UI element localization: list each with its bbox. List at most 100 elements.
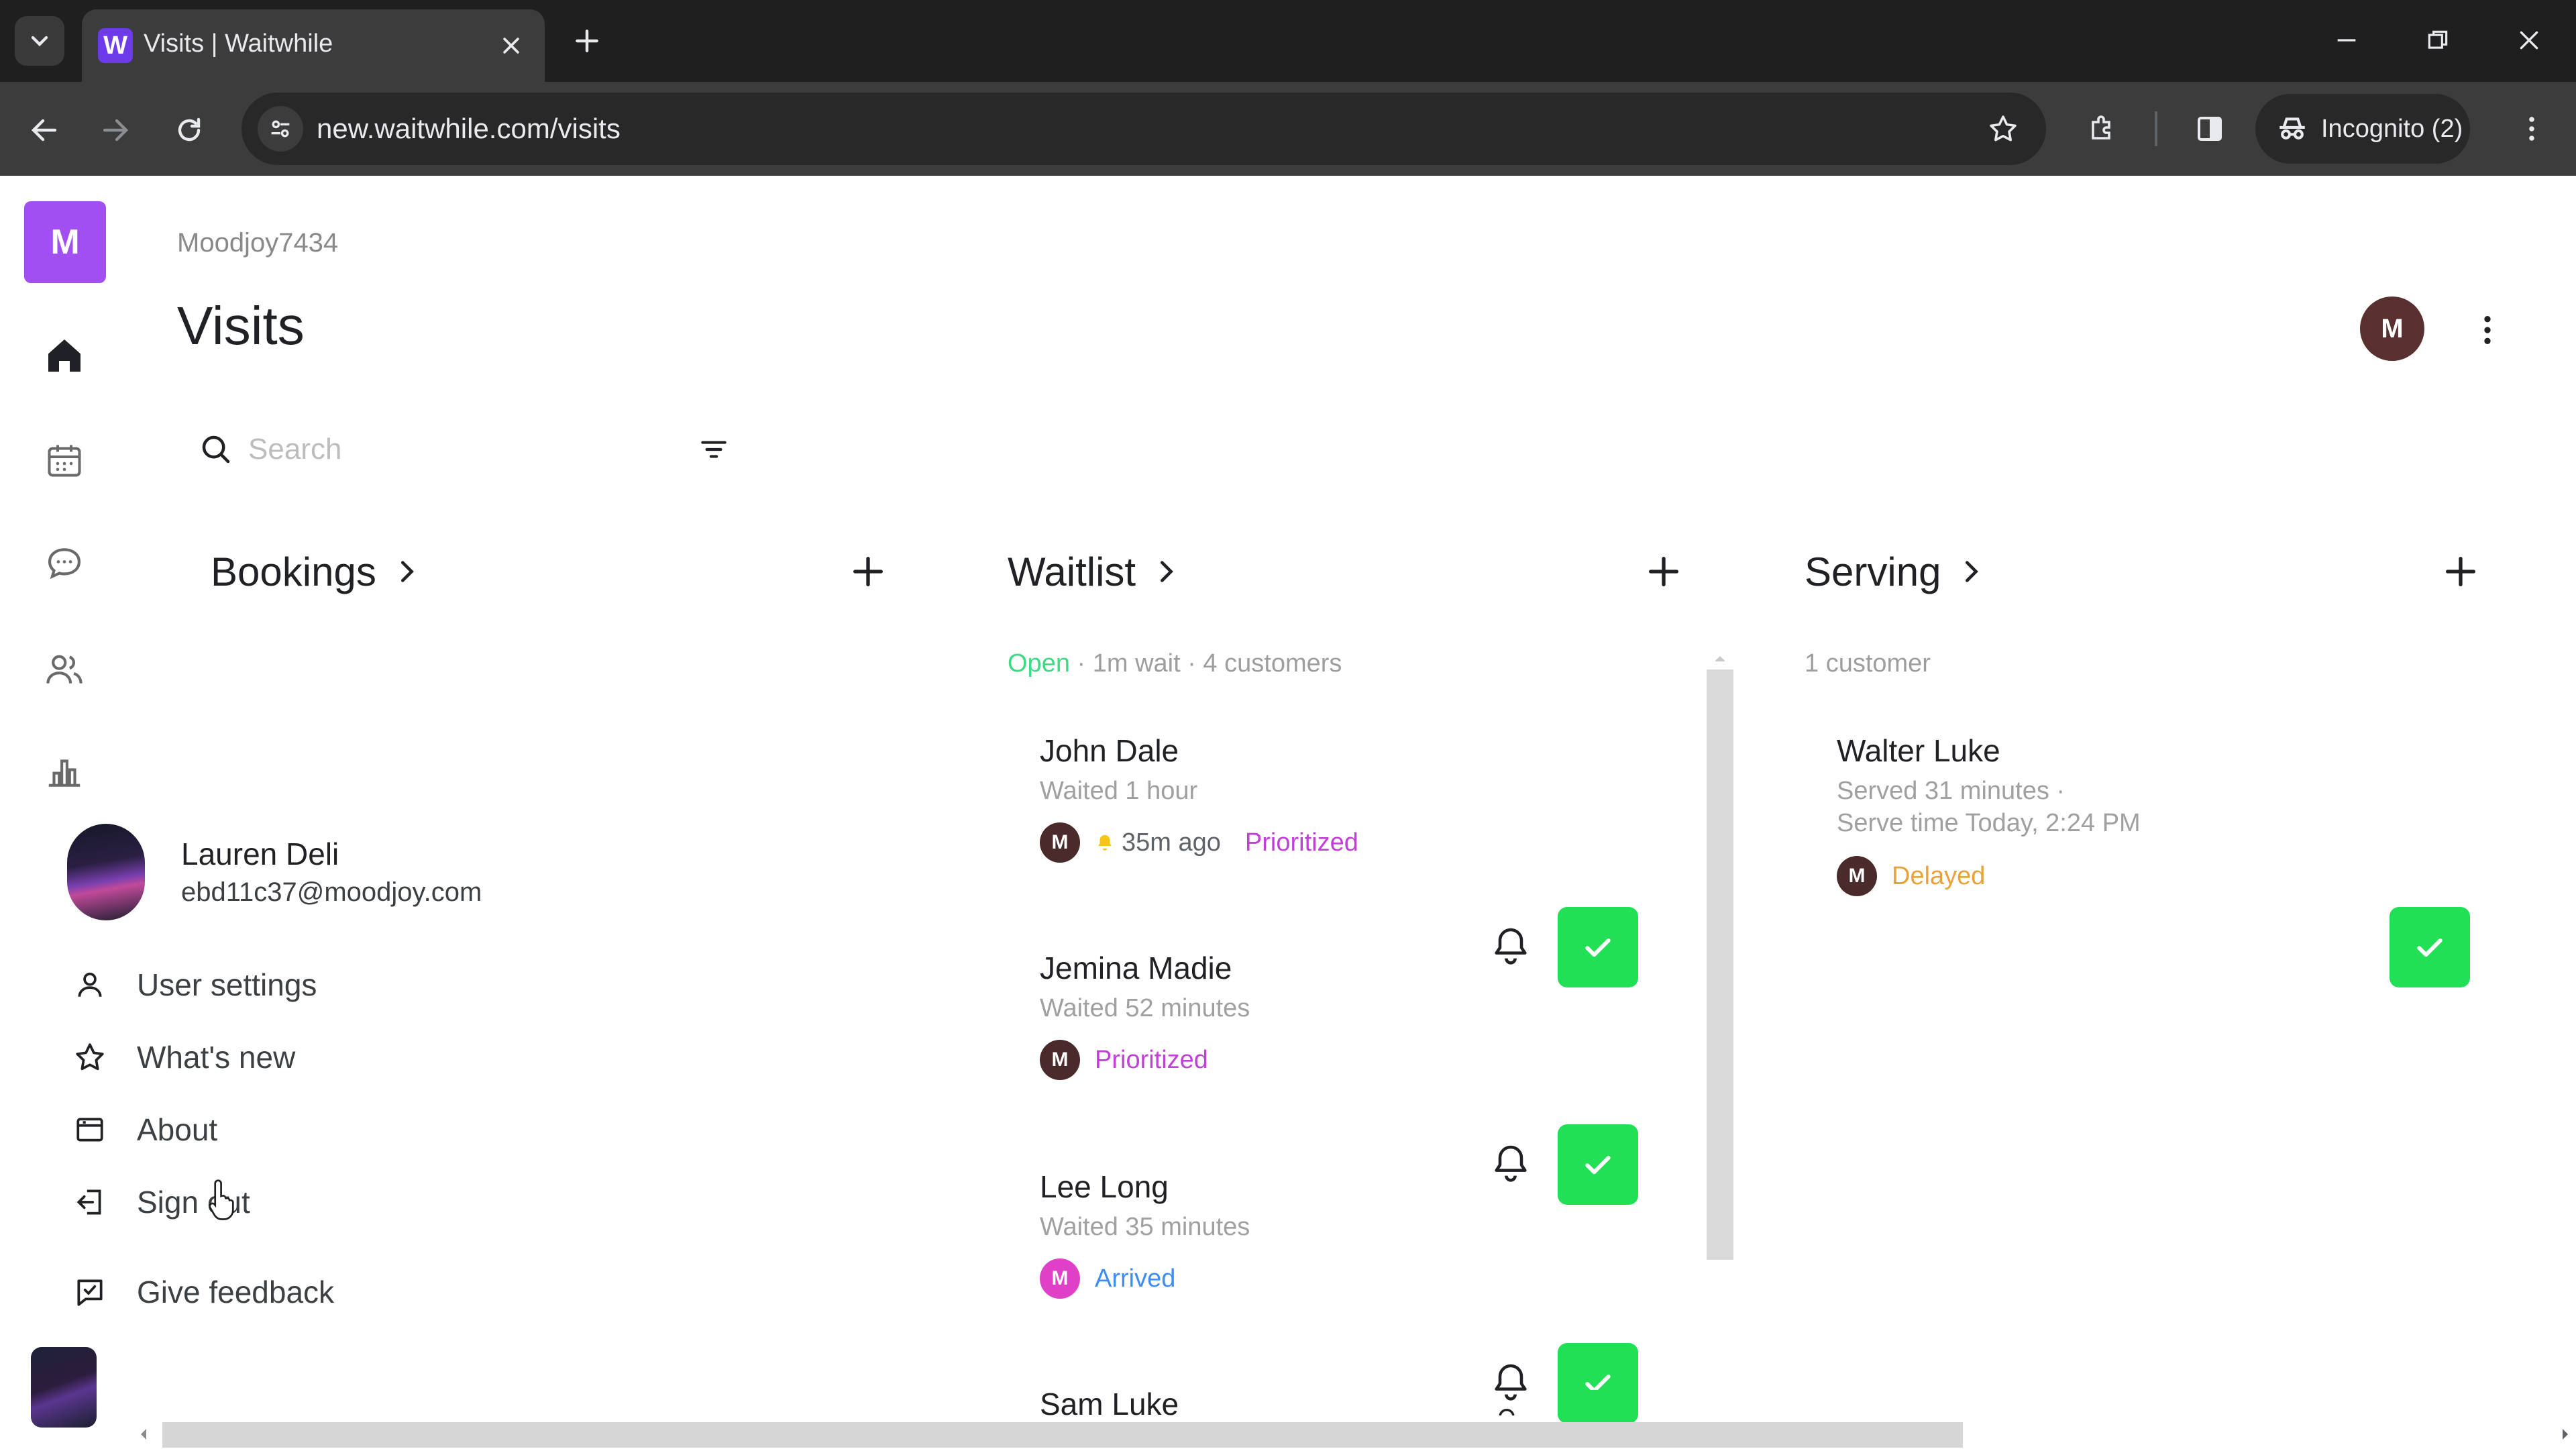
back-button[interactable] (16, 102, 72, 158)
plus-icon (2446, 557, 2475, 586)
staff-avatar: M (1040, 822, 1080, 863)
reload-icon (178, 117, 201, 142)
menu-about[interactable]: About (70, 1103, 217, 1157)
messages-nav-button[interactable] (36, 535, 93, 592)
more-vertical-icon (2484, 316, 2491, 344)
waitlist-status: Open · 1m wait · 4 customers (1008, 649, 1342, 678)
serving-card[interactable]: Walter Luke Served 31 minutes · Serve ti… (1837, 733, 2494, 934)
menu-label: User settings (137, 967, 317, 1002)
notified-ago: 35m ago (1122, 828, 1221, 857)
horizontal-scroll-thumb[interactable] (162, 1422, 1963, 1448)
customers-nav-button[interactable] (36, 641, 93, 698)
bookmark-button[interactable] (1980, 106, 2026, 152)
browser-menu-button[interactable] (2504, 101, 2560, 157)
puzzle-icon (2092, 115, 2110, 140)
add-serving-button[interactable] (2430, 541, 2491, 602)
home-nav-button[interactable] (36, 327, 93, 384)
restore-button[interactable] (2404, 12, 2471, 68)
chevron-right-icon (1161, 561, 1174, 582)
home-icon (48, 339, 80, 372)
star-icon (1990, 115, 2017, 142)
browser-tab-bar: W Visits | Waitwhile (0, 0, 2576, 82)
forward-button[interactable] (87, 102, 144, 158)
waitlist-title: Waitlist (1008, 549, 1136, 594)
chevron-right-icon (1966, 561, 1979, 582)
chat-icon (48, 548, 81, 580)
org-logo-button[interactable]: M (24, 201, 106, 283)
header-avatar-button[interactable]: M (2360, 297, 2424, 361)
waitlist-scrollbar[interactable] (1707, 656, 1733, 1432)
waitlist-scroll-thumb[interactable] (1707, 669, 1733, 1260)
analytics-icon (48, 759, 80, 787)
waitlist-card[interactable]: Sam Luke (1040, 1386, 1697, 1415)
minimize-button[interactable] (2313, 12, 2380, 68)
close-icon (2520, 31, 2538, 50)
serve-time: Serve time Today, 2:24 PM (1837, 809, 2141, 837)
menu-label: What's new (137, 1040, 296, 1075)
menu-user-settings[interactable]: User settings (70, 958, 317, 1012)
user-avatar-button[interactable] (31, 1347, 97, 1428)
serving-header[interactable]: Serving (1805, 538, 1986, 605)
staff-avatar: M (1837, 856, 1877, 896)
search-bar (196, 417, 746, 482)
serving-count: 1 customer (1805, 649, 1931, 678)
org-name: Moodjoy7434 (177, 228, 339, 258)
app-viewport: M Moodjoy7434 Visits M Bookings (0, 176, 2576, 1449)
extensions-button[interactable] (2074, 101, 2131, 157)
arrow-left-icon (31, 119, 57, 142)
waitlist-open-label: Open (1008, 649, 1070, 678)
tab-close-button[interactable] (492, 27, 530, 64)
wait-time: Waited 52 minutes (1040, 994, 1250, 1022)
star-icon (70, 1037, 110, 1077)
user-profile: Lauren Deli ebd11c37@moodjoy.com (67, 824, 537, 931)
window-close-button[interactable] (2496, 12, 2563, 68)
card-meta-row: M Delayed (1837, 856, 1985, 896)
serve-button[interactable] (1558, 1390, 1638, 1415)
waitlist-summary: · 1m wait · 4 customers (1069, 649, 1342, 678)
scroll-right-icon (2563, 1429, 2568, 1440)
search-input[interactable] (248, 427, 597, 472)
waitlist-card[interactable]: Jemina Madie Waited 52 minutes M Priorit… (1040, 950, 1697, 1151)
tab-search-button[interactable] (15, 16, 64, 66)
search-icon (196, 429, 236, 470)
side-panel-button[interactable] (2182, 101, 2238, 157)
filter-button[interactable] (694, 429, 734, 470)
complete-button[interactable] (2390, 907, 2470, 987)
more-options-button[interactable] (2462, 298, 2513, 362)
new-tab-button[interactable] (565, 19, 609, 63)
staff-avatar: M (1040, 1040, 1080, 1080)
bookings-header[interactable]: Bookings (211, 538, 422, 605)
user-email: ebd11c37@moodjoy.com (181, 877, 482, 907)
card-meta-row: M Arrived (1040, 1258, 1175, 1299)
browser-tab[interactable]: W Visits | Waitwhile (82, 9, 545, 82)
site-info-button[interactable] (258, 106, 303, 152)
person-icon (70, 965, 110, 1005)
analytics-nav-button[interactable] (36, 743, 93, 800)
waitlist-card[interactable]: John Dale Waited 1 hour M 35m ago Priori… (1040, 733, 1697, 934)
calendar-nav-button[interactable] (36, 432, 93, 488)
waitlist-card[interactable]: Lee Long Waited 35 minutes M Arrived (1040, 1169, 1697, 1370)
notified-time: 35m ago (1095, 828, 1221, 857)
side-panel-icon (2198, 117, 2222, 141)
sign-out-icon (70, 1182, 110, 1222)
add-booking-button[interactable] (837, 541, 899, 602)
menu-give-feedback[interactable]: Give feedback (70, 1265, 334, 1319)
plus-icon (576, 30, 598, 52)
reload-button[interactable] (161, 102, 217, 158)
address-bar[interactable]: new.waitwhile.com/visits (241, 93, 2046, 165)
incognito-indicator[interactable]: Incognito (2) (2255, 94, 2470, 164)
menu-whats-new[interactable]: What's new (70, 1030, 295, 1084)
plus-icon (1649, 557, 1678, 586)
bookings-title: Bookings (211, 549, 376, 594)
restore-icon (2428, 30, 2448, 49)
waitwhile-favicon-icon: W (98, 28, 133, 63)
user-photo (67, 824, 145, 920)
staff-avatar: M (1040, 1258, 1080, 1299)
customer-name: Walter Luke (1837, 733, 2000, 768)
wait-time: Waited 1 hour (1040, 777, 1198, 805)
url-text: new.waitwhile.com/visits (317, 113, 621, 144)
add-waitlist-button[interactable] (1633, 541, 1695, 602)
waitlist-header[interactable]: Waitlist (1008, 538, 1181, 605)
page-title: Visits (177, 296, 305, 356)
horizontal-scrollbar[interactable] (134, 1418, 2576, 1449)
